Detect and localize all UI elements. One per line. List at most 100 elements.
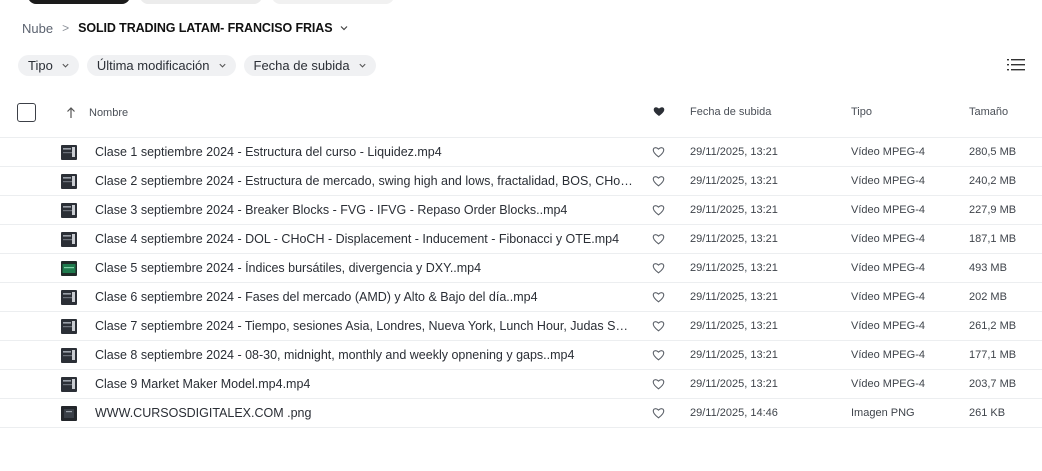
file-type: Vídeo MPEG-4 (851, 204, 925, 216)
file-thumbnail-icon (61, 145, 77, 160)
file-name[interactable]: Clase 2 septiembre 2024 - Estructura de … (95, 174, 635, 188)
file-thumbnail-icon (61, 319, 77, 334)
heart-outline-icon[interactable] (652, 175, 665, 187)
file-name[interactable]: Clase 1 septiembre 2024 - Estructura del… (95, 145, 635, 159)
file-size: 187,1 MB (969, 233, 1017, 245)
table-row[interactable]: Clase 2 septiembre 2024 - Estructura de … (0, 167, 1042, 196)
file-type: Vídeo MPEG-4 (851, 262, 925, 274)
file-size: 261 KB (969, 407, 1006, 419)
heart-outline-icon[interactable] (652, 233, 665, 245)
heart-outline-icon[interactable] (652, 146, 665, 158)
list-view-icon[interactable] (1006, 56, 1026, 74)
filter-modified-label: Última modificación (96, 58, 210, 73)
file-list: Clase 1 septiembre 2024 - Estructura del… (0, 138, 1042, 428)
file-upload-date: 29/11/2025, 13:21 (690, 349, 778, 361)
file-table: Nombre Fecha de subida Tipo Tamaño Clase… (0, 96, 1042, 428)
top-tab-active[interactable] (28, 0, 130, 4)
heart-filled-icon[interactable] (653, 106, 665, 117)
file-name[interactable]: Clase 5 septiembre 2024 - Índices bursát… (95, 261, 635, 275)
table-row[interactable]: WWW.CURSOSDIGITALEX.COM .png 29/11/2025, … (0, 399, 1042, 428)
heart-outline-icon[interactable] (652, 407, 665, 419)
file-thumbnail-icon (61, 406, 77, 421)
file-type: Vídeo MPEG-4 (851, 291, 925, 303)
heart-outline-icon[interactable] (652, 291, 665, 303)
file-upload-date: 29/11/2025, 13:21 (690, 175, 778, 187)
file-upload-date: 29/11/2025, 13:21 (690, 378, 778, 390)
breadcrumb-separator: > (62, 21, 70, 35)
filter-type-chip[interactable]: Tipo (18, 55, 79, 76)
file-size: 202 MB (969, 291, 1007, 303)
file-size: 203,7 MB (969, 378, 1017, 390)
filter-bar: Tipo Última modificación Fecha de subida (18, 55, 376, 76)
table-row[interactable]: Clase 8 septiembre 2024 - 08-30, midnigh… (0, 341, 1042, 370)
column-header-date[interactable]: Fecha de subida (690, 106, 771, 118)
file-type: Vídeo MPEG-4 (851, 233, 925, 245)
column-header-type[interactable]: Tipo (851, 106, 872, 118)
table-row[interactable]: Clase 3 septiembre 2024 - Breaker Blocks… (0, 196, 1042, 225)
table-row[interactable]: Clase 7 septiembre 2024 - Tiempo, sesion… (0, 312, 1042, 341)
filter-modified-chip[interactable]: Última modificación (86, 55, 236, 76)
file-name[interactable]: Clase 4 septiembre 2024 - DOL - CHoCH - … (95, 232, 635, 246)
heart-outline-icon[interactable] (652, 320, 665, 332)
file-upload-date: 29/11/2025, 13:21 (690, 320, 778, 332)
heart-outline-icon[interactable] (652, 204, 665, 216)
file-thumbnail-icon (61, 174, 77, 189)
top-tab-strip (28, 0, 394, 4)
breadcrumb-current-folder[interactable]: SOLID TRADING LATAM- FRANCISO FRIAS (78, 21, 332, 35)
file-type: Vídeo MPEG-4 (851, 175, 925, 187)
heart-outline-icon[interactable] (652, 349, 665, 361)
chevron-down-icon[interactable] (339, 23, 349, 33)
file-name[interactable]: Clase 7 septiembre 2024 - Tiempo, sesion… (95, 319, 635, 333)
file-size: 493 MB (969, 262, 1007, 274)
file-type: Vídeo MPEG-4 (851, 320, 925, 332)
filter-type-label: Tipo (28, 58, 53, 73)
breadcrumb-root-link[interactable]: Nube (22, 21, 53, 36)
table-row[interactable]: Clase 1 septiembre 2024 - Estructura del… (0, 138, 1042, 167)
file-name[interactable]: Clase 3 septiembre 2024 - Breaker Blocks… (95, 203, 635, 217)
top-tab[interactable] (140, 0, 262, 4)
file-type: Imagen PNG (851, 407, 915, 419)
file-upload-date: 29/11/2025, 13:21 (690, 204, 778, 216)
breadcrumb: Nube > SOLID TRADING LATAM- FRANCISO FRI… (22, 19, 349, 37)
table-header: Nombre Fecha de subida Tipo Tamaño (0, 96, 1042, 138)
file-type: Vídeo MPEG-4 (851, 146, 925, 158)
filter-uploaded-label: Fecha de subida (253, 58, 350, 73)
file-upload-date: 29/11/2025, 13:21 (690, 291, 778, 303)
heart-outline-icon[interactable] (652, 378, 665, 390)
chevron-down-icon (358, 61, 367, 70)
file-thumbnail-icon (61, 203, 77, 218)
file-name[interactable]: Clase 9 Market Maker Model.mp4.mp4 (95, 377, 635, 391)
file-type: Vídeo MPEG-4 (851, 349, 925, 361)
heart-outline-icon[interactable] (652, 262, 665, 274)
file-size: 261,2 MB (969, 320, 1017, 332)
file-size: 280,5 MB (969, 146, 1017, 158)
file-size: 240,2 MB (969, 175, 1017, 187)
table-row[interactable]: Clase 9 Market Maker Model.mp4.mp4 29/11/… (0, 370, 1042, 399)
column-header-name[interactable]: Nombre (89, 107, 128, 119)
file-thumbnail-icon (61, 348, 77, 363)
arrow-up-icon[interactable] (66, 106, 76, 119)
file-thumbnail-icon (61, 377, 77, 392)
top-tab[interactable] (272, 0, 394, 4)
file-upload-date: 29/11/2025, 14:46 (690, 407, 778, 419)
file-type: Vídeo MPEG-4 (851, 378, 925, 390)
file-upload-date: 29/11/2025, 13:21 (690, 146, 778, 158)
file-name[interactable]: WWW.CURSOSDIGITALEX.COM .png (95, 406, 635, 420)
file-thumbnail-icon (61, 261, 77, 276)
file-upload-date: 29/11/2025, 13:21 (690, 233, 778, 245)
table-row[interactable]: Clase 4 septiembre 2024 - DOL - CHoCH - … (0, 225, 1042, 254)
file-thumbnail-icon (61, 290, 77, 305)
file-size: 227,9 MB (969, 204, 1017, 216)
chevron-down-icon (218, 61, 227, 70)
file-upload-date: 29/11/2025, 13:21 (690, 262, 778, 274)
chevron-down-icon (61, 61, 70, 70)
table-row[interactable]: Clase 5 septiembre 2024 - Índices bursát… (0, 254, 1042, 283)
file-thumbnail-icon (61, 232, 77, 247)
file-name[interactable]: Clase 8 septiembre 2024 - 08-30, midnigh… (95, 348, 635, 362)
table-row[interactable]: Clase 6 septiembre 2024 - Fases del merc… (0, 283, 1042, 312)
column-header-size[interactable]: Tamaño (969, 106, 1008, 118)
select-all-checkbox[interactable] (17, 103, 36, 122)
filter-uploaded-chip[interactable]: Fecha de subida (243, 55, 376, 76)
file-name[interactable]: Clase 6 septiembre 2024 - Fases del merc… (95, 290, 635, 304)
file-size: 177,1 MB (969, 349, 1017, 361)
